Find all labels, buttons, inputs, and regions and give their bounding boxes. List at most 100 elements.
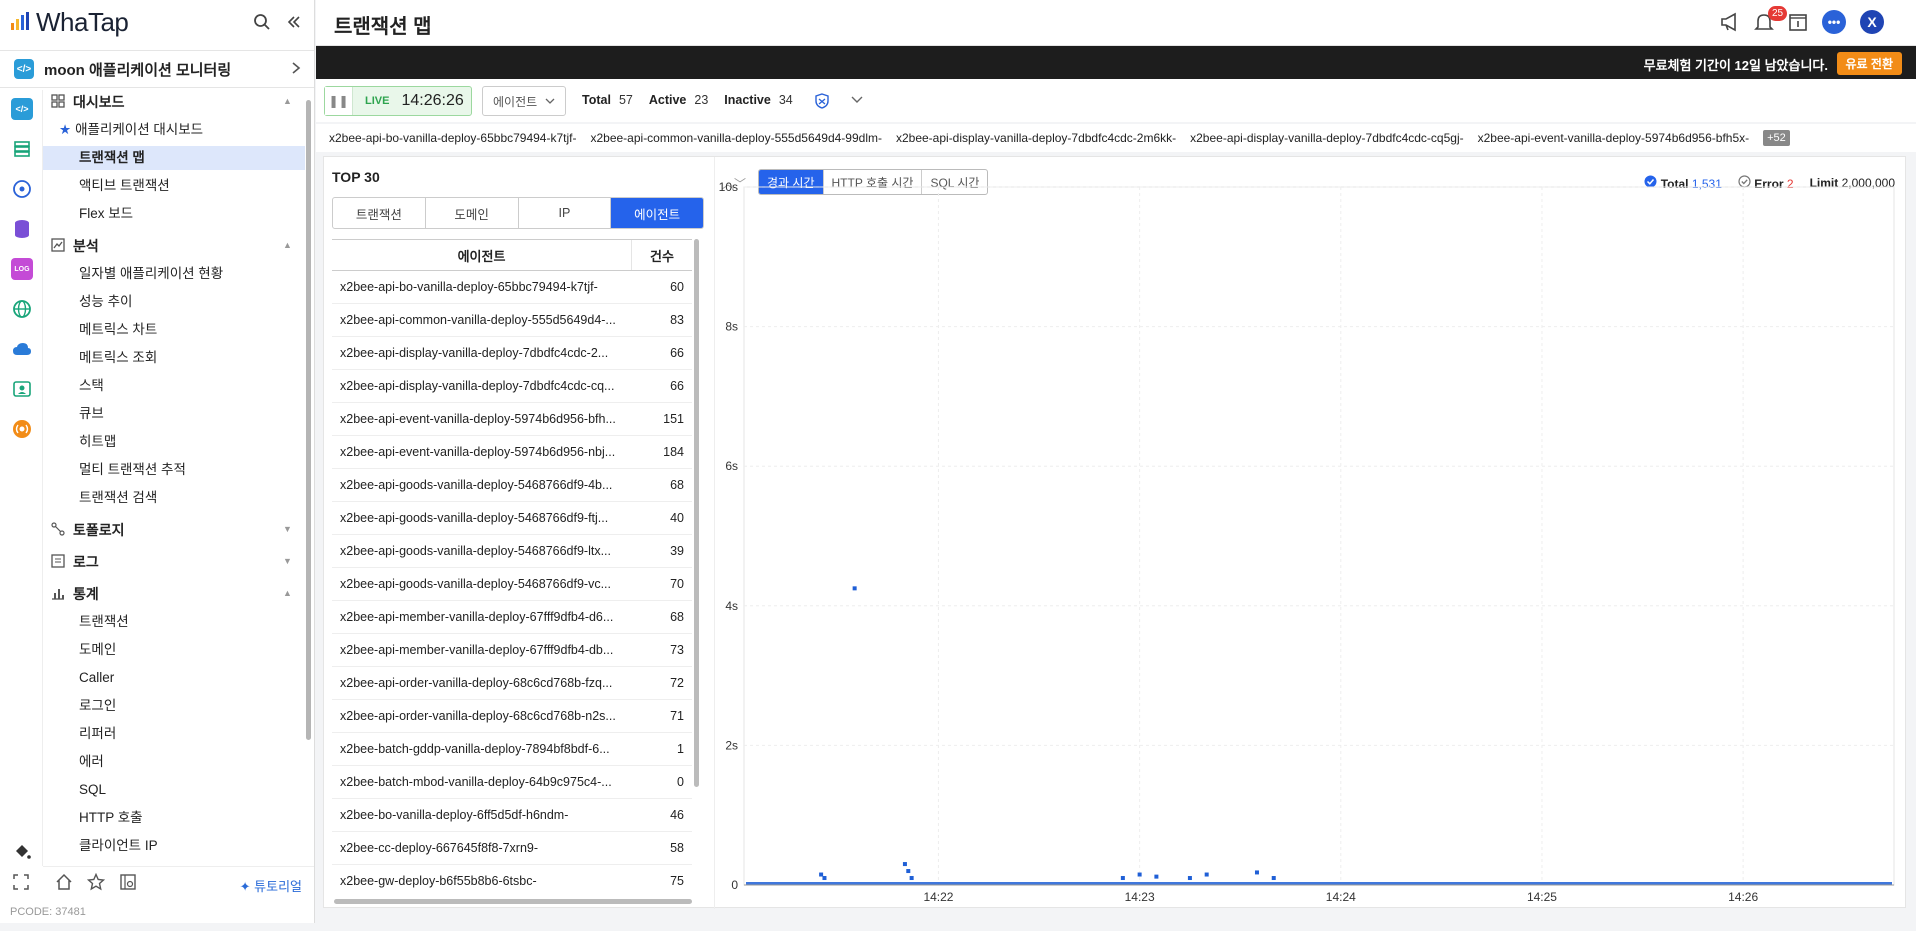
menu-section-log[interactable]: 로그 ▼ bbox=[51, 550, 292, 574]
agent-filter-icon[interactable] bbox=[815, 93, 829, 112]
scatter-point[interactable] bbox=[909, 876, 914, 881]
table-row[interactable]: x2bee-api-goods-vanilla-deploy-5468766df… bbox=[332, 469, 692, 502]
sidebar-item-metrics-chart[interactable]: 메트릭스 차트 bbox=[79, 318, 157, 342]
menu-section-stats[interactable]: 통계 ▲ bbox=[51, 582, 292, 606]
scatter-point[interactable] bbox=[1254, 870, 1259, 875]
table-row[interactable]: x2bee-api-common-vanilla-deploy-555d5649… bbox=[332, 304, 692, 337]
scatter-point[interactable] bbox=[906, 869, 911, 874]
table-row[interactable]: x2bee-api-event-vanilla-deploy-5974b6d95… bbox=[332, 436, 692, 469]
scatter-point[interactable] bbox=[1120, 876, 1125, 881]
menu-section-topology[interactable]: 토폴로지 ▼ bbox=[51, 518, 292, 542]
scatter-point[interactable] bbox=[822, 876, 827, 881]
sidebar-item-stat-sql[interactable]: SQL bbox=[79, 778, 106, 802]
browser-icon[interactable] bbox=[11, 298, 33, 320]
table-row[interactable]: x2bee-api-order-vanilla-deploy-68c6cd768… bbox=[332, 667, 692, 700]
upgrade-button[interactable]: 유료 전환 bbox=[1836, 52, 1902, 75]
sidebar-item-stat-http-call[interactable]: HTTP 호출 bbox=[79, 806, 143, 830]
table-row[interactable]: x2bee-cc-deploy-667645f8f8-7xrn9- 58 bbox=[332, 832, 692, 865]
table-row[interactable]: x2bee-api-bo-vanilla-deploy-65bbc79494-k… bbox=[332, 271, 692, 304]
sidebar-item-metrics-query[interactable]: 메트릭스 조회 bbox=[79, 346, 157, 370]
scatter-point[interactable] bbox=[902, 862, 907, 867]
scatter-point[interactable] bbox=[819, 872, 824, 877]
table-row[interactable]: x2bee-api-order-vanilla-deploy-68c6cd768… bbox=[332, 700, 692, 733]
agent-chip[interactable]: x2bee-api-display-vanilla-deploy-7dbdfc4… bbox=[896, 131, 1176, 145]
sidebar-item-multi-trace[interactable]: 멀티 트랜잭션 추적 bbox=[79, 458, 186, 482]
tab-ip[interactable]: IP bbox=[519, 198, 612, 228]
paint-bucket-icon[interactable] bbox=[11, 840, 33, 862]
sidebar-item-transaction-search[interactable]: 트랜잭션 검색 bbox=[79, 486, 157, 510]
column-header-count[interactable]: 건수 bbox=[632, 240, 692, 270]
table-row[interactable]: x2bee-bo-vanilla-deploy-6ff5d5df-h6ndm- 4… bbox=[332, 799, 692, 832]
sidebar-item-stat-referrer[interactable]: 리퍼러 bbox=[79, 722, 116, 746]
sidebar-item-cube[interactable]: 큐브 bbox=[79, 402, 104, 426]
tab-agent[interactable]: 에이전트 bbox=[611, 198, 703, 228]
agent-chip[interactable]: x2bee-api-event-vanilla-deploy-5974b6d95… bbox=[1478, 131, 1750, 145]
sidebar-item-heatmap[interactable]: 히트맵 bbox=[79, 430, 116, 454]
chat-icon[interactable]: ••• bbox=[1822, 10, 1846, 34]
table-row[interactable]: x2bee-api-display-vanilla-deploy-7dbdfc4… bbox=[332, 370, 692, 403]
agent-dropdown[interactable]: 에이전트 bbox=[482, 86, 566, 116]
agent-chip[interactable]: x2bee-api-bo-vanilla-deploy-65bbc79494-k… bbox=[329, 131, 576, 145]
sidebar-item-stat-caller[interactable]: Caller bbox=[79, 666, 114, 690]
info-panel-icon[interactable] bbox=[1788, 12, 1808, 32]
table-row[interactable]: x2bee-batch-gddp-vanilla-deploy-7894bf8b… bbox=[332, 733, 692, 766]
sidebar-item-stat-login[interactable]: 로그인 bbox=[79, 694, 116, 718]
search-icon[interactable] bbox=[252, 12, 272, 32]
star-icon[interactable] bbox=[86, 872, 106, 894]
table-row[interactable]: x2bee-api-member-vanilla-deploy-67fff9df… bbox=[332, 634, 692, 667]
avatar[interactable]: X bbox=[1860, 10, 1884, 34]
table-row[interactable]: x2bee-api-event-vanilla-deploy-5974b6d95… bbox=[332, 403, 692, 436]
broadcast-icon[interactable] bbox=[11, 418, 33, 440]
sidebar-item-transaction-map[interactable]: 트랜잭션 맵 bbox=[43, 146, 305, 170]
agent-chip[interactable]: x2bee-api-display-vanilla-deploy-7dbdfc4… bbox=[1190, 131, 1463, 145]
scatter-chart[interactable]: 10s 8s 6s 4s 2s 0 14:22 14:23 14:24 14:25 14:26 bbox=[714, 177, 1904, 907]
sidebar-item-app-dashboard[interactable]: ★ 애플리케이션 대시보드 bbox=[59, 118, 203, 142]
log-product-icon[interactable]: LOG bbox=[11, 258, 33, 280]
kubernetes-icon[interactable] bbox=[11, 178, 33, 200]
application-icon[interactable]: </> bbox=[11, 98, 33, 120]
sidebar-item-stat-transaction[interactable]: 트랜잭션 bbox=[79, 610, 129, 634]
scatter-point[interactable] bbox=[1187, 876, 1192, 881]
fullscreen-icon[interactable] bbox=[13, 874, 29, 893]
table-row[interactable]: x2bee-batch-mbod-vanilla-deploy-64b9c975… bbox=[332, 766, 692, 799]
menu-section-dashboard[interactable]: 대시보드 ▲ bbox=[51, 90, 292, 114]
column-header-agent[interactable]: 에이전트 bbox=[332, 240, 632, 270]
scatter-point[interactable] bbox=[1271, 876, 1276, 881]
sidebar-item-performance-trend[interactable]: 성능 추이 bbox=[79, 290, 132, 314]
table-row[interactable]: x2bee-api-display-vanilla-deploy-7dbdfc4… bbox=[332, 337, 692, 370]
contact-card-icon[interactable] bbox=[11, 378, 33, 400]
logo[interactable]: WhaTap bbox=[10, 7, 129, 37]
sidebar-scrollbar[interactable] bbox=[306, 100, 311, 740]
menu-section-analysis[interactable]: 분석 ▲ bbox=[51, 234, 292, 258]
sidebar-item-stack[interactable]: 스택 bbox=[79, 374, 104, 398]
more-agents-badge[interactable]: +52 bbox=[1763, 130, 1790, 146]
table-row[interactable]: x2bee-gw-deploy-b6f55b8b6-6tsbc- 75 bbox=[332, 865, 692, 889]
bell-icon[interactable]: 25 bbox=[1754, 6, 1788, 32]
database-icon[interactable] bbox=[11, 218, 33, 240]
scatter-point[interactable] bbox=[1204, 872, 1209, 877]
agent-chip[interactable]: x2bee-api-common-vanilla-deploy-555d5649… bbox=[590, 131, 882, 145]
scatter-point[interactable] bbox=[1154, 874, 1159, 879]
sidebar-item-daily-status[interactable]: 일자별 애플리케이션 현황 bbox=[79, 262, 223, 286]
collapse-sidebar-icon[interactable] bbox=[284, 12, 304, 32]
sidebar-item-active-transaction[interactable]: 액티브 트랜잭션 bbox=[79, 174, 170, 198]
home-icon[interactable] bbox=[55, 873, 73, 894]
sidebar-item-stat-client-ip[interactable]: 클라이언트 IP bbox=[79, 834, 158, 858]
table-horizontal-scrollbar[interactable] bbox=[334, 899, 692, 904]
scatter-point[interactable] bbox=[852, 586, 857, 591]
cloud-icon[interactable] bbox=[11, 338, 33, 360]
pause-button[interactable]: ❚❚ bbox=[325, 87, 353, 115]
chevron-down-icon[interactable] bbox=[851, 93, 863, 112]
table-row[interactable]: x2bee-api-goods-vanilla-deploy-5468766df… bbox=[332, 568, 692, 601]
sidebar-item-stat-error[interactable]: 에러 bbox=[79, 750, 104, 774]
tab-domain[interactable]: 도메인 bbox=[426, 198, 519, 228]
table-vertical-scrollbar[interactable] bbox=[694, 239, 699, 787]
server-icon[interactable] bbox=[11, 138, 33, 160]
sidebar-item-stat-domain[interactable]: 도메인 bbox=[79, 638, 116, 662]
megaphone-icon[interactable] bbox=[1720, 12, 1740, 32]
sidebar-item-flex-board[interactable]: Flex 보드 bbox=[79, 202, 133, 226]
site-map-icon[interactable] bbox=[119, 873, 137, 894]
project-selector[interactable]: </> moon 애플리케이션 모니터링 bbox=[0, 50, 314, 88]
tab-transaction[interactable]: 트랜잭션 bbox=[333, 198, 426, 228]
table-row[interactable]: x2bee-api-goods-vanilla-deploy-5468766df… bbox=[332, 502, 692, 535]
